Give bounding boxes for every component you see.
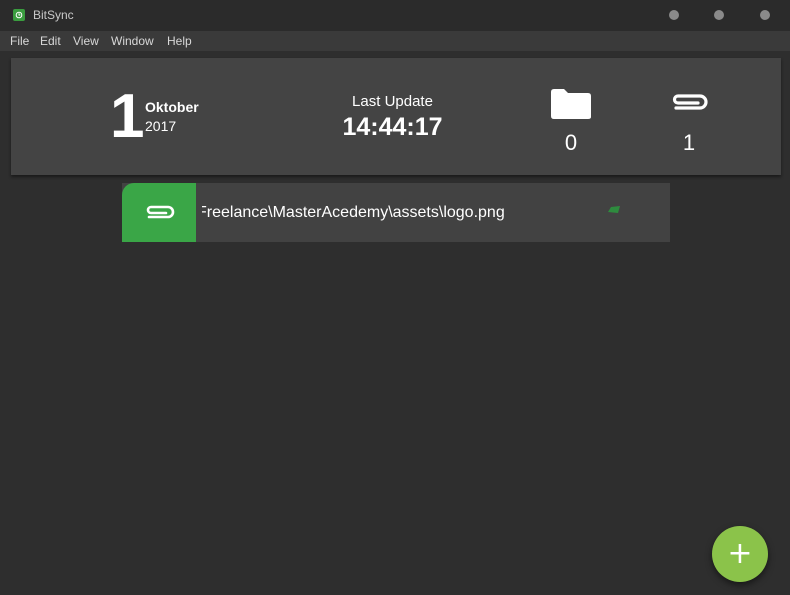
date-day: 1 bbox=[110, 82, 145, 151]
menu-bar: File Edit View Window Help bbox=[0, 31, 790, 51]
window-title: BitSync bbox=[33, 8, 74, 22]
minimize-button[interactable] bbox=[669, 10, 679, 20]
folder-icon bbox=[551, 89, 591, 119]
menu-window[interactable]: Window bbox=[111, 34, 154, 48]
menu-edit[interactable]: Edit bbox=[40, 34, 61, 48]
files-count: 1 bbox=[682, 130, 696, 155]
file-type-badge bbox=[122, 183, 196, 242]
sync-item-row[interactable]: Freelance\MasterAcedemy\assets\logo.png bbox=[122, 183, 670, 242]
last-update-label: Last Update bbox=[352, 93, 433, 110]
menu-file[interactable]: File bbox=[10, 34, 29, 48]
paperclip-icon bbox=[672, 94, 708, 110]
menu-help[interactable]: Help bbox=[167, 34, 192, 48]
date-year: 2017 bbox=[145, 118, 177, 134]
file-path: Freelance\MasterAcedemy\assets\logo.png bbox=[202, 204, 505, 221]
add-button[interactable]: + bbox=[712, 526, 768, 582]
summary-card: 1 Oktober 2017 Last Update 14:44:17 0 1 bbox=[11, 58, 781, 175]
close-button[interactable] bbox=[760, 10, 770, 20]
file-path-container: Freelance\MasterAcedemy\assets\logo.png bbox=[202, 203, 602, 223]
title-bar: BitSync bbox=[0, 0, 790, 31]
folders-count: 0 bbox=[564, 130, 578, 155]
maximize-button[interactable] bbox=[714, 10, 724, 20]
date-month: Oktober bbox=[145, 99, 199, 115]
app-logo-icon bbox=[13, 9, 25, 21]
paperclip-icon bbox=[146, 205, 175, 219]
menu-view[interactable]: View bbox=[73, 34, 99, 48]
sync-status-icon bbox=[608, 206, 620, 213]
last-update-time: 14:44:17 bbox=[342, 113, 443, 141]
